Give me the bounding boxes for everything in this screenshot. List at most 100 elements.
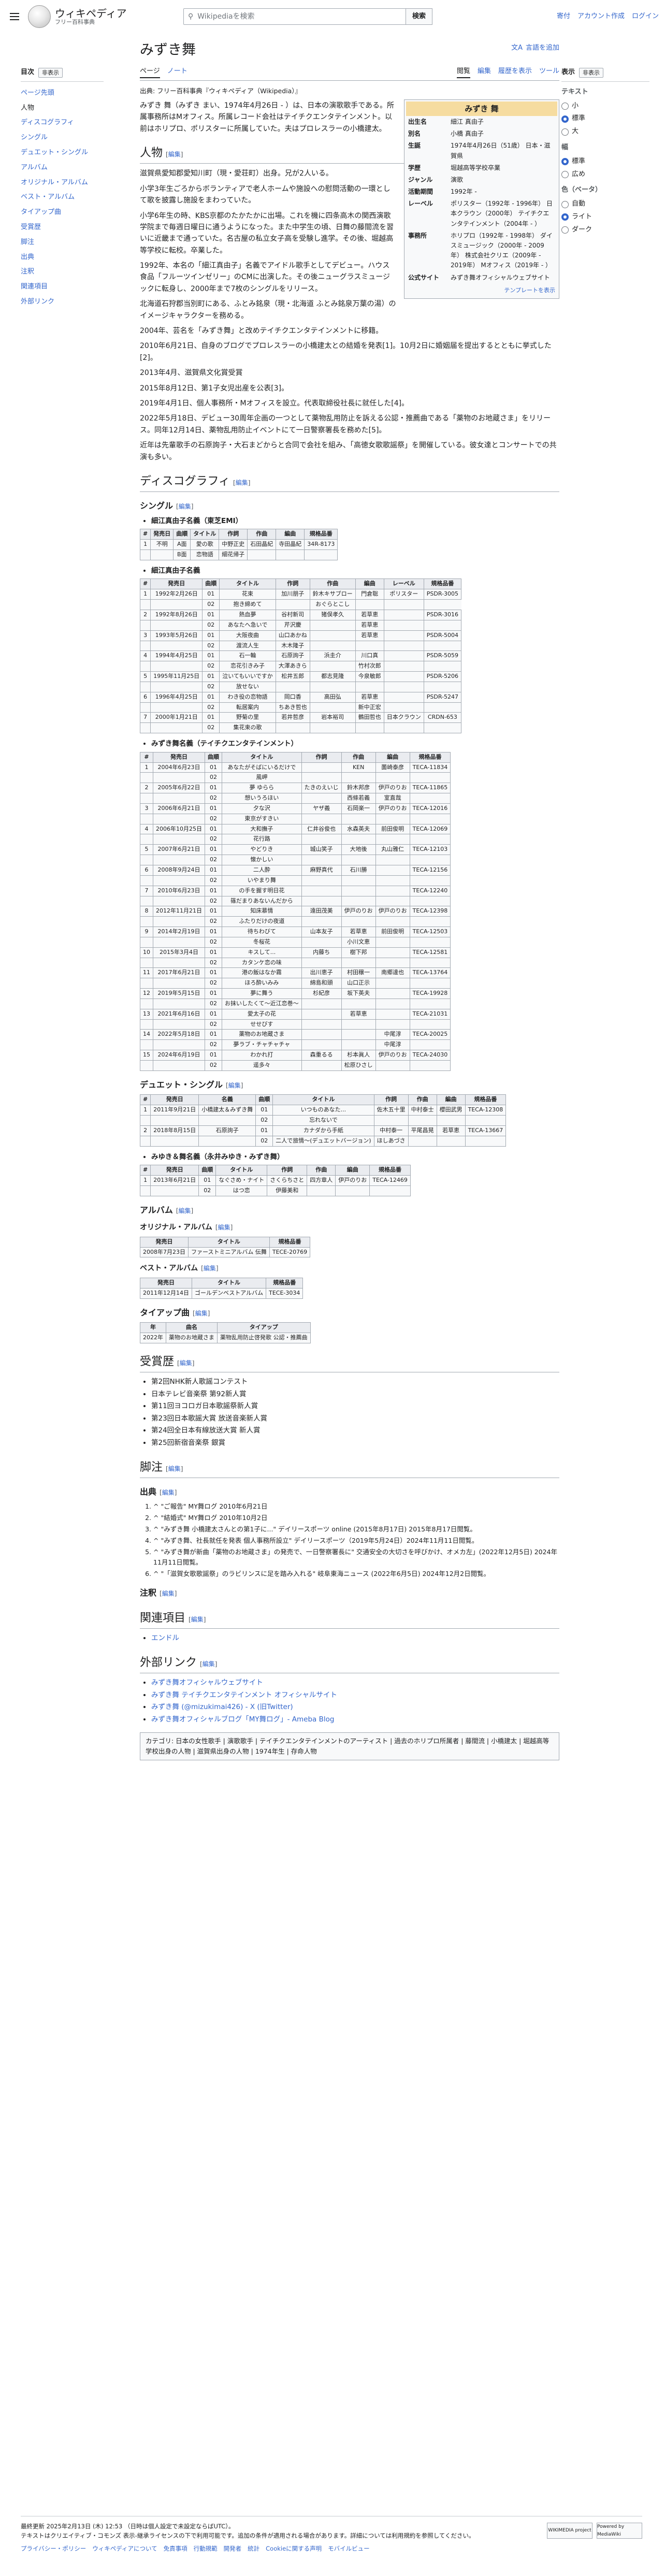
toc-item[interactable]: ベスト・アルバム: [21, 190, 104, 205]
toc-item[interactable]: 外部リンク: [21, 295, 104, 310]
toc-link[interactable]: 脚注: [21, 238, 34, 246]
radio-option[interactable]: 広め: [561, 168, 649, 181]
table-cell: [409, 1039, 451, 1051]
table-cell: [140, 1060, 153, 1071]
footer-link[interactable]: モバイルビュー: [328, 2544, 370, 2553]
edit-link[interactable]: [編集]: [200, 1660, 217, 1668]
edit-link[interactable]: [編集]: [176, 1207, 193, 1214]
tab[interactable]: ノート: [167, 66, 187, 78]
footer-badge[interactable]: WIKIMEDIA project: [547, 2523, 592, 2539]
edit-link[interactable]: [編集]: [226, 1082, 243, 1089]
toc-link[interactable]: シングル: [21, 134, 48, 141]
radio-option[interactable]: 標準: [561, 155, 649, 168]
external-link[interactable]: みずき舞 テイチクエンタテインメント オフィシャルサイト: [151, 1691, 337, 1699]
toc-item[interactable]: 出典: [21, 250, 104, 265]
table-cell: [465, 1115, 507, 1126]
toc-link[interactable]: ページ先頭: [21, 89, 54, 97]
footer-link[interactable]: プライバシー・ポリシー: [21, 2544, 86, 2553]
search-input[interactable]: ⚲ Wikipediaを検索: [183, 8, 406, 25]
tab[interactable]: ツール: [539, 66, 559, 78]
related-link[interactable]: エンドル: [151, 1634, 179, 1642]
radio-option[interactable]: 自動: [561, 198, 649, 211]
appearance-hide-button[interactable]: 非表示: [579, 67, 604, 78]
toc-link[interactable]: 関連項目: [21, 283, 48, 291]
edit-link[interactable]: [編集]: [160, 1590, 177, 1597]
edit-link[interactable]: [編集]: [193, 1310, 210, 1317]
edit-link[interactable]: [編集]: [166, 1465, 183, 1472]
radio-option[interactable]: 小: [561, 100, 649, 113]
toc-link[interactable]: 注釈: [21, 268, 34, 276]
toc-link[interactable]: 受賞歴: [21, 223, 41, 231]
edit-link[interactable]: [編集]: [160, 1489, 177, 1496]
toc-link[interactable]: タイアップ曲: [21, 208, 61, 216]
toc-item[interactable]: 関連項目: [21, 280, 104, 295]
toc-item[interactable]: 脚注: [21, 235, 104, 250]
toc-link[interactable]: オリジナル・アルバム: [21, 179, 88, 186]
footer-badge[interactable]: Powered by MediaWiki: [597, 2523, 642, 2539]
toc-item[interactable]: ディスコグラフィ: [21, 115, 104, 131]
toc-link[interactable]: ベスト・アルバム: [21, 193, 75, 201]
header-link[interactable]: アカウント作成: [577, 11, 625, 22]
tab[interactable]: 編集: [478, 66, 491, 78]
footer-link[interactable]: ウィキペディアについて: [92, 2544, 157, 2553]
edit-link[interactable]: [編集]: [166, 151, 183, 158]
table-cell: [383, 640, 424, 652]
toc-link[interactable]: ディスコグラフィ: [21, 119, 74, 126]
main-menu-icon[interactable]: [6, 8, 23, 25]
footer-link[interactable]: 統計: [248, 2544, 259, 2553]
tab[interactable]: 閲覧: [456, 66, 470, 78]
table-cell: 中村泰一: [373, 1125, 409, 1136]
header-link[interactable]: 寄付: [557, 11, 570, 22]
table-cell: 若草恵: [355, 630, 384, 641]
footer-link[interactable]: 開発者: [224, 2544, 242, 2553]
radio-option[interactable]: ダーク: [561, 224, 649, 237]
toc-item[interactable]: シングル: [21, 131, 104, 146]
toc-link[interactable]: 出典: [21, 253, 34, 261]
table-cell: 大阪夜曲: [219, 630, 276, 641]
toc-item[interactable]: ページ先頭: [21, 86, 104, 101]
template-link[interactable]: テンプレートを表示: [504, 287, 555, 294]
external-link[interactable]: みずき舞オフィシャルブログ「MY舞ログ」- Ameba Blog: [151, 1715, 334, 1724]
toc-item[interactable]: 人物: [21, 101, 104, 116]
infobox: みずき 舞 出生名 細江 真由子 別名 小橋 真由子 生誕 1974年4月26日（51歳）…: [404, 99, 559, 299]
edit-link[interactable]: [編集]: [189, 1616, 206, 1623]
toc-link[interactable]: 外部リンク: [21, 298, 54, 306]
column-header: 曲順: [202, 578, 220, 590]
language-button[interactable]: 文A 言語を追加: [511, 43, 559, 54]
toc-item[interactable]: 注釈: [21, 265, 104, 280]
toc-item[interactable]: オリジナル・アルバム: [21, 176, 104, 191]
external-link[interactable]: みずき舞 (@mizukimai426) - X (旧Twitter): [151, 1703, 293, 1711]
toc-link[interactable]: アルバム: [21, 164, 48, 171]
tab[interactable]: ページ: [140, 66, 160, 78]
toc-item[interactable]: アルバム: [21, 161, 104, 176]
site-logo[interactable]: ウィキペディア フリー百科事典: [28, 5, 137, 28]
edit-link[interactable]: [編集]: [233, 479, 250, 486]
table-cell: [139, 1115, 151, 1126]
footer-link[interactable]: 行動規範: [194, 2544, 218, 2553]
radio-option[interactable]: ライト: [561, 211, 649, 224]
section-tieup: タイアップ曲 [編集]: [140, 1307, 210, 1318]
toc-item[interactable]: デュエット・シングル: [21, 146, 104, 161]
toc-link[interactable]: デュエット・シングル: [21, 149, 88, 156]
toc-item[interactable]: 受賞歴: [21, 220, 104, 235]
header-link[interactable]: ログイン: [632, 11, 659, 22]
table-cell: [301, 834, 342, 845]
edit-link[interactable]: [編集]: [201, 1265, 218, 1272]
footer-link[interactable]: Cookieに関する声明: [266, 2544, 322, 2553]
radio-option[interactable]: 標準: [561, 112, 649, 125]
footer-link[interactable]: 免責事項: [164, 2544, 187, 2553]
toc-link[interactable]: 人物: [21, 104, 34, 112]
category-box[interactable]: カテゴリ: 日本の女性歌手 | 演歌歌手 | テイチクエンタテインメントのアーテ…: [140, 1732, 559, 1761]
radio-option[interactable]: 大: [561, 125, 649, 138]
edit-link[interactable]: [編集]: [215, 1224, 233, 1231]
toc-hide-button[interactable]: 非表示: [38, 67, 63, 78]
edit-link[interactable]: [編集]: [176, 503, 193, 510]
column-header: 作曲: [309, 578, 356, 590]
external-link[interactable]: みずき舞オフィシャルウェブサイト: [151, 1678, 263, 1687]
search-button[interactable]: 検索: [406, 8, 433, 25]
table-row: 02 二人で旅情〜(デュエットバージョン) ほしあづさ: [139, 1135, 507, 1147]
edit-link[interactable]: [編集]: [177, 1359, 194, 1367]
tab[interactable]: 履歴を表示: [498, 66, 532, 78]
toc-item[interactable]: タイアップ曲: [21, 205, 104, 220]
award-item: 第25回新宿音楽祭 銀賞: [151, 1438, 559, 1449]
